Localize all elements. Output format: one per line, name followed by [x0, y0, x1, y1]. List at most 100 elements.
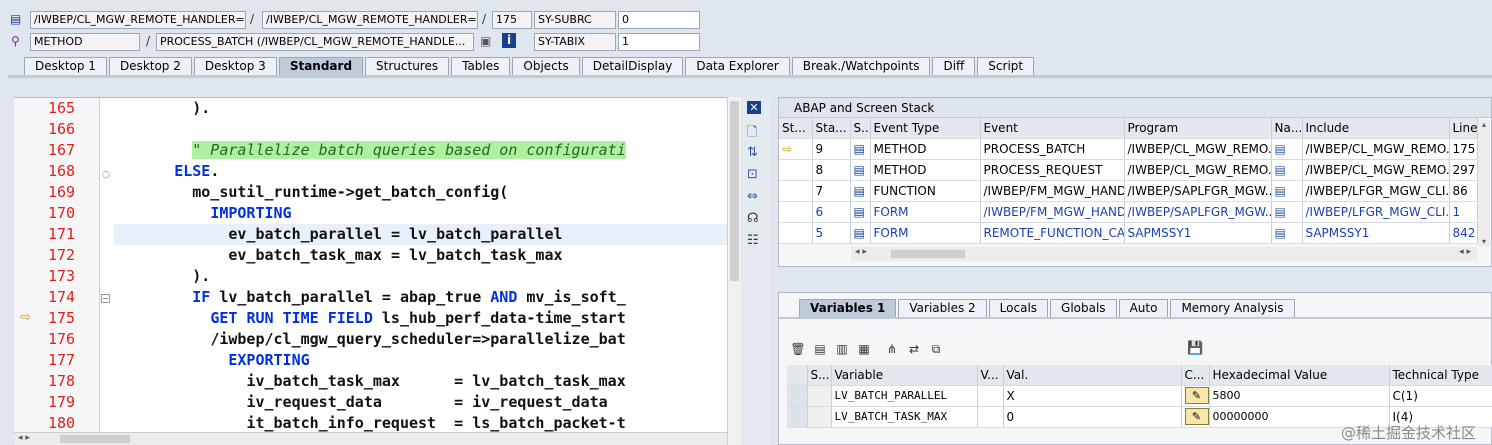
headset-icon[interactable]: ☊ [747, 211, 759, 226]
var-col-header[interactable]: C... [1181, 365, 1210, 386]
event-type-field[interactable]: METHOD [30, 33, 140, 51]
stack-col-header[interactable]: Event Type [870, 118, 981, 139]
new-tool-icon[interactable]: 🗋 [747, 123, 757, 145]
change-cell[interactable]: ✎ [1181, 406, 1210, 428]
fold-toggle-icon[interactable]: − [101, 294, 110, 303]
code-line[interactable]: mo_sutil_runtime->get_batch_config( [120, 182, 508, 203]
tab-structures[interactable]: Structures [365, 57, 450, 75]
stack-col-header[interactable]: Sta... [812, 118, 851, 139]
program-field[interactable]: /IWBEP/CL_MGW_REMOTE_HANDLER=... [30, 11, 246, 29]
var-col-header[interactable]: Hexadecimal Value [1209, 365, 1390, 386]
edit-pencil-icon[interactable]: ✎ [1184, 387, 1208, 404]
breakpoint-gutter[interactable] [14, 98, 38, 445]
variable-name[interactable]: LV_BATCH_TASK_MAX [831, 406, 978, 428]
stack-col-header[interactable]: Event [980, 118, 1125, 139]
stack-col-header[interactable]: S.. [850, 118, 871, 139]
source-editor[interactable]: ⇨ ○ − ). " Parallelize batch queries bas… [14, 97, 741, 445]
tab-script[interactable]: Script [977, 57, 1035, 75]
tab-desktop-2[interactable]: Desktop 2 [108, 57, 192, 75]
code-line[interactable]: ELSE. [120, 161, 219, 182]
move-icon[interactable]: ⇄ [905, 341, 923, 357]
code-line[interactable]: " Parallelize batch queries based on con… [120, 140, 626, 161]
event-name-field[interactable]: PROCESS_BATCH (/IWBEP/CL_MGW_REMOTE_HAND… [156, 33, 474, 51]
stack-row[interactable]: 8 ▤ METHOD PROCESS_REQUEST/IWBEP/CL_MGW_REM… [779, 159, 1478, 181]
scroll-left-icon[interactable]: ◂ ▸ [18, 433, 30, 443]
stack-col-header[interactable]: St... [779, 118, 813, 139]
maximize-icon[interactable]: ⊡ [747, 167, 758, 182]
code-line[interactable]: IF lv_batch_parallel = abap_true AND mv_… [120, 287, 626, 308]
stack-row[interactable]: 6 ▤ FORM/IWBEP/FM_MGW_HAND.../IWBEP/SAPLFG… [779, 201, 1478, 223]
stack-row[interactable]: 5 ▤ FORM REMOTE_FUNCTION_CA... SAPMSSY1 ▤ SAPM… [779, 222, 1478, 244]
tab-tables[interactable]: Tables [451, 57, 511, 75]
row-selector[interactable] [787, 406, 808, 428]
tab-objects[interactable]: Objects [512, 57, 580, 75]
code-line[interactable]: EXPORTING [120, 350, 309, 371]
code-line[interactable]: it_batch_info_request = ls_batch_packet-… [120, 413, 625, 434]
stack-hscrollbar[interactable]: ◂ ▸ ◂ ▸ [851, 247, 1477, 261]
editor-hscroll-thumb[interactable] [60, 435, 130, 443]
change-cell[interactable]: ✎ [1181, 385, 1210, 407]
edit-pencil-icon[interactable]: ✎ [1184, 408, 1208, 425]
sysvar2-name-field[interactable]: SY-TABIX [534, 33, 616, 51]
copy-icon[interactable]: ⧉ [927, 341, 945, 357]
variable-value[interactable]: 0 [1003, 406, 1182, 428]
info-icon[interactable]: i [502, 33, 516, 48]
insert-row-icon[interactable]: ▤ [811, 341, 829, 357]
tab-data-explorer[interactable]: Data Explorer [685, 57, 790, 75]
hierarchy-icon[interactable]: ⋔ [883, 341, 901, 357]
swap-icon[interactable]: ⇅ [747, 145, 758, 160]
variable-row[interactable]: LV_BATCH_PARALLEL X ✎ 5800 C(1) [787, 385, 1492, 407]
code-line[interactable]: ). [120, 98, 210, 119]
save-icon[interactable]: 💾 [1187, 341, 1203, 356]
sysvar2-value-field[interactable]: 1 [618, 33, 700, 51]
code-line[interactable]: iv_request_data = iv_request_data [120, 392, 607, 413]
stack-hscroll-thumb[interactable] [891, 250, 965, 258]
include-field[interactable]: /IWBEP/CL_MGW_REMOTE_HANDLER=... [262, 11, 478, 29]
tab-memory-analysis[interactable]: Memory Analysis [1170, 299, 1295, 317]
stack-col-header[interactable]: Line [1449, 118, 1478, 139]
delete-icon[interactable]: 🗑 [789, 341, 807, 357]
delete-row-icon[interactable]: ▦ [855, 341, 873, 357]
stack-row[interactable]: 7 ▤ FUNCTION/IWBEP/FM_MGW_HAND.../IWBEP/SA… [779, 180, 1478, 202]
var-col-header[interactable]: Variable [831, 365, 978, 386]
stack-col-header[interactable]: Program [1124, 118, 1272, 139]
append-row-icon[interactable]: ▥ [833, 341, 851, 357]
variable-value[interactable]: X [1003, 385, 1182, 407]
code-line[interactable]: GET RUN TIME FIELD ls_hub_perf_data-time… [120, 308, 625, 329]
display-icon[interactable]: ▣ [480, 34, 491, 48]
services-icon[interactable]: ☷ [747, 233, 759, 248]
tab-standard[interactable]: Standard [278, 57, 364, 75]
sysvar-name-field[interactable]: SY-SUBRC [534, 11, 616, 29]
var-col-header[interactable]: Val. [1003, 365, 1182, 386]
sysvar-value-field[interactable]: 0 [618, 11, 700, 29]
editor-scroll-thumb[interactable] [730, 101, 739, 281]
var-col-header[interactable]: S... [807, 365, 832, 386]
tab-breakpoints[interactable]: Break./Watchpoints [791, 57, 931, 75]
code-line[interactable]: ev_batch_task_max = lv_batch_task_max [120, 245, 562, 266]
stack-vscrollbar[interactable]: ▴ ▾ [1478, 120, 1490, 246]
line-field[interactable]: 175 [492, 11, 532, 29]
tab-detail-display[interactable]: DetailDisplay [581, 57, 684, 75]
close-icon[interactable]: ✕ [747, 101, 761, 114]
tab-variables-1[interactable]: Variables 1 [799, 299, 897, 317]
resize-icon[interactable]: ⇔ [747, 189, 758, 204]
var-col-header[interactable]: Technical Type [1389, 365, 1492, 386]
tab-globals[interactable]: Globals [1050, 299, 1117, 317]
editor-vertical-scrollbar[interactable] [727, 97, 741, 445]
variable-name[interactable]: LV_BATCH_PARALLEL [831, 385, 978, 407]
code-line[interactable]: /iwbep/cl_mgw_query_scheduler=>paralleli… [120, 329, 625, 350]
tab-locals[interactable]: Locals [988, 299, 1049, 317]
tab-diff[interactable]: Diff [932, 57, 976, 75]
editor-horizontal-scrollbar[interactable]: ◂ ▸ [14, 432, 727, 445]
stack-scroll-arrows-icon[interactable]: ◂ ▸ [855, 247, 867, 257]
tab-desktop-1[interactable]: Desktop 1 [24, 57, 107, 75]
tab-variables-2[interactable]: Variables 2 [898, 299, 987, 317]
stack-scroll-right-icon[interactable]: ◂ ▸ [1459, 247, 1471, 257]
var-col-header[interactable] [787, 365, 808, 386]
row-selector[interactable] [787, 385, 808, 407]
code-line[interactable]: ). [120, 266, 210, 287]
var-col-header[interactable]: V... [977, 365, 1004, 386]
stack-col-header[interactable]: Na... [1271, 118, 1303, 139]
stack-col-header[interactable]: Include [1302, 118, 1450, 139]
code-line[interactable]: ev_batch_parallel = lv_batch_parallel [114, 224, 741, 245]
